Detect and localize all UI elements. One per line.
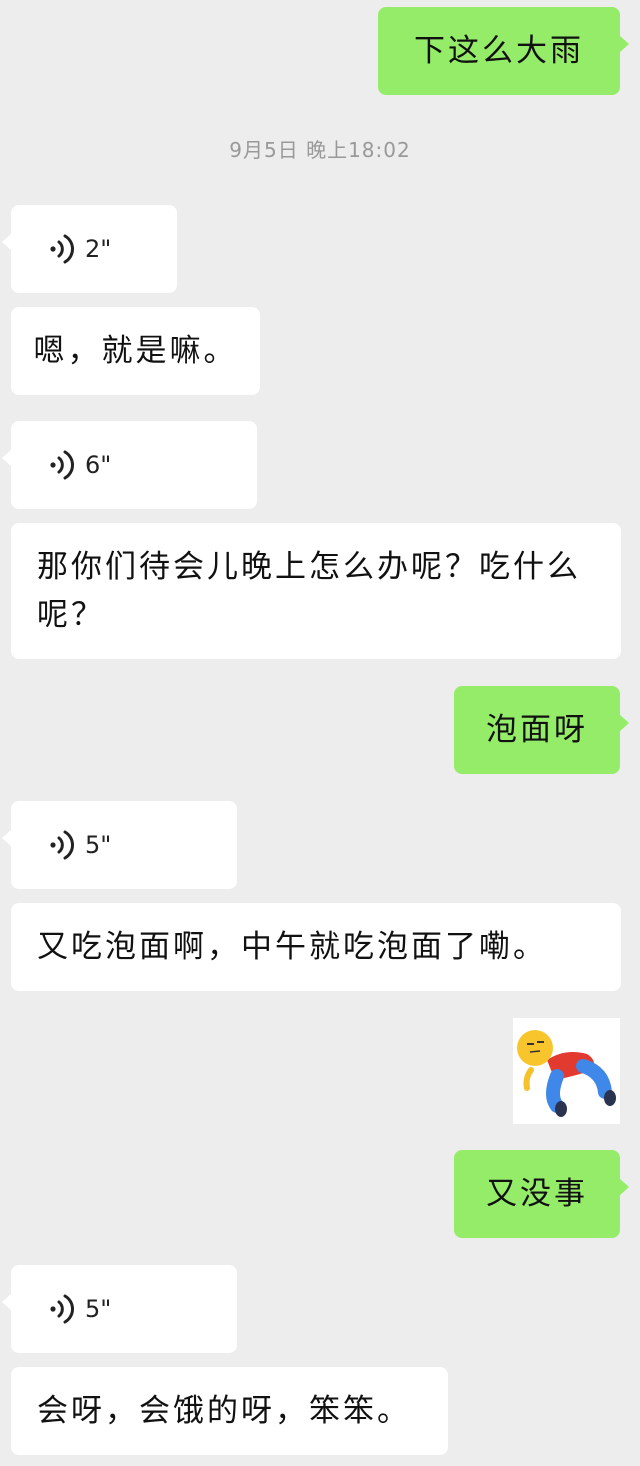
- voice-wave-icon: [50, 234, 75, 264]
- message-text: 会呀，会饿的呀，笨笨。: [37, 1393, 411, 1429]
- voice-message-bubble[interactable]: 5": [2, 801, 237, 889]
- voice-wave-icon: [50, 450, 75, 480]
- voice-wave-icon: [50, 830, 75, 860]
- message-bubble-incoming[interactable]: 又吃泡面啊，中午就吃泡面了嘞。: [11, 903, 621, 991]
- message-bubble-incoming[interactable]: 会呀，会饿的呀，笨笨。: [11, 1367, 448, 1455]
- message-text: 下这么大雨: [414, 33, 584, 69]
- voice-duration: 5": [85, 831, 112, 859]
- lying-down-emoji-sticker-icon: [517, 1030, 616, 1117]
- voice-wave-icon: [50, 1294, 75, 1324]
- message-text: 又吃泡面啊，中午就吃泡面了嘞。: [37, 929, 547, 965]
- message-bubble-incoming[interactable]: 那你们待会儿晚上怎么办呢？吃什么呢？: [11, 523, 621, 659]
- voice-duration: 6": [85, 451, 112, 479]
- message-bubble-outgoing[interactable]: 泡面呀: [454, 686, 629, 774]
- message-text: 那你们待会儿晚上怎么办呢？吃什么呢？: [37, 549, 581, 633]
- message-text: 泡面呀: [486, 712, 588, 748]
- message-timestamp: 9月5日 晚上18:02: [229, 138, 411, 162]
- voice-duration: 5": [85, 1295, 112, 1323]
- message-bubble-outgoing[interactable]: 又没事: [454, 1150, 629, 1238]
- voice-message-bubble[interactable]: 6": [2, 421, 257, 509]
- message-text: 嗯，就是嘛。: [33, 333, 238, 369]
- message-bubble-incoming[interactable]: 嗯，就是嘛。: [11, 307, 260, 395]
- sticker-message[interactable]: [513, 1018, 620, 1124]
- voice-duration: 2": [85, 235, 112, 263]
- message-text: 又没事: [486, 1176, 588, 1212]
- voice-message-bubble[interactable]: 2": [2, 205, 177, 293]
- message-bubble-outgoing[interactable]: 下这么大雨: [378, 7, 629, 95]
- voice-message-bubble[interactable]: 5": [2, 1265, 237, 1353]
